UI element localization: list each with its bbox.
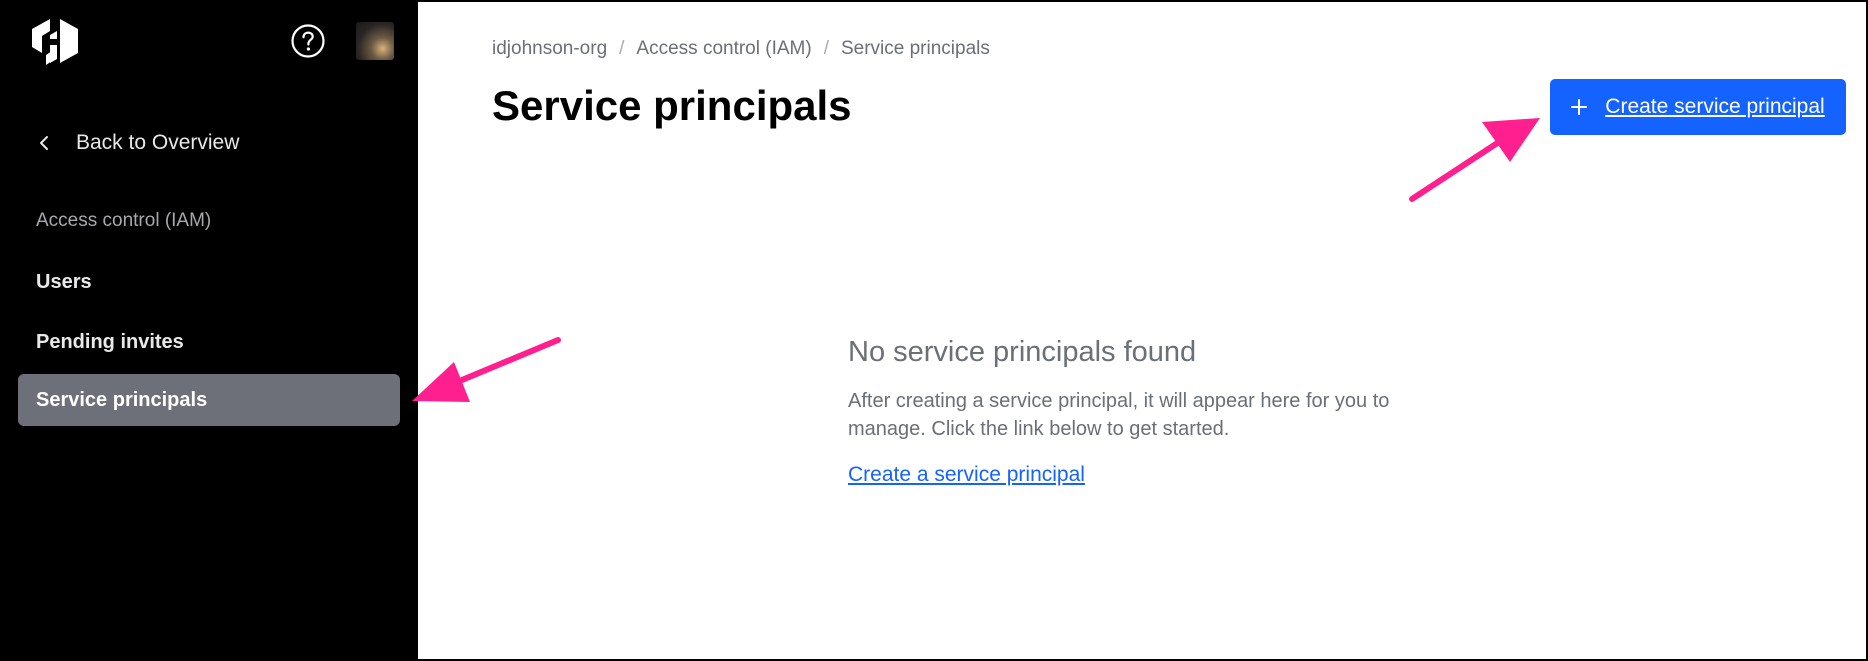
sidebar-item-users[interactable]: Users (18, 256, 400, 308)
empty-state-title: No service principals found (848, 336, 1197, 368)
sidebar-item-pending-invites[interactable]: Pending invites (18, 316, 400, 368)
empty-state: No service principals found After creati… (848, 336, 1468, 487)
page-title: Service principals (492, 82, 852, 129)
main-content: idjohnson-org / Access control (IAM) / S… (420, 2, 1866, 659)
app-window: Back to Overview Access control (IAM) Us… (0, 0, 1868, 661)
chevron-left-icon (40, 136, 48, 150)
back-to-overview-link[interactable]: Back to Overview (36, 126, 239, 160)
user-avatar[interactable] (356, 22, 394, 60)
breadcrumb-org[interactable]: idjohnson-org (492, 38, 607, 60)
empty-state-description: After creating a service principal, it w… (848, 390, 1390, 440)
breadcrumb-access-control[interactable]: Access control (IAM) (636, 38, 811, 60)
create-service-principal-link[interactable]: Create a service principal (848, 463, 1085, 486)
back-to-overview-label: Back to Overview (76, 131, 240, 154)
help-circle-icon[interactable] (290, 23, 326, 59)
sidebar: Back to Overview Access control (IAM) Us… (2, 2, 418, 659)
breadcrumb-separator: / (619, 38, 625, 59)
plus-icon (1571, 99, 1588, 115)
create-service-principal-label: Create service principal (1605, 95, 1825, 118)
sidebar-item-service-principals[interactable]: Service principals (18, 374, 400, 426)
sidebar-item-label: Users (36, 270, 92, 293)
sidebar-item-label: Pending invites (36, 330, 184, 353)
sidebar-item-label: Service principals (36, 388, 208, 411)
hashicorp-logo-icon[interactable] (30, 17, 80, 65)
create-service-principal-button[interactable]: Create service principal (1550, 79, 1846, 135)
breadcrumb-service-principals: Service principals (840, 38, 990, 59)
breadcrumb-separator: / (823, 38, 829, 59)
sidebar-section-title: Access control (IAM) (36, 210, 212, 231)
breadcrumb: idjohnson-org / Access control (IAM) / S… (492, 38, 990, 60)
